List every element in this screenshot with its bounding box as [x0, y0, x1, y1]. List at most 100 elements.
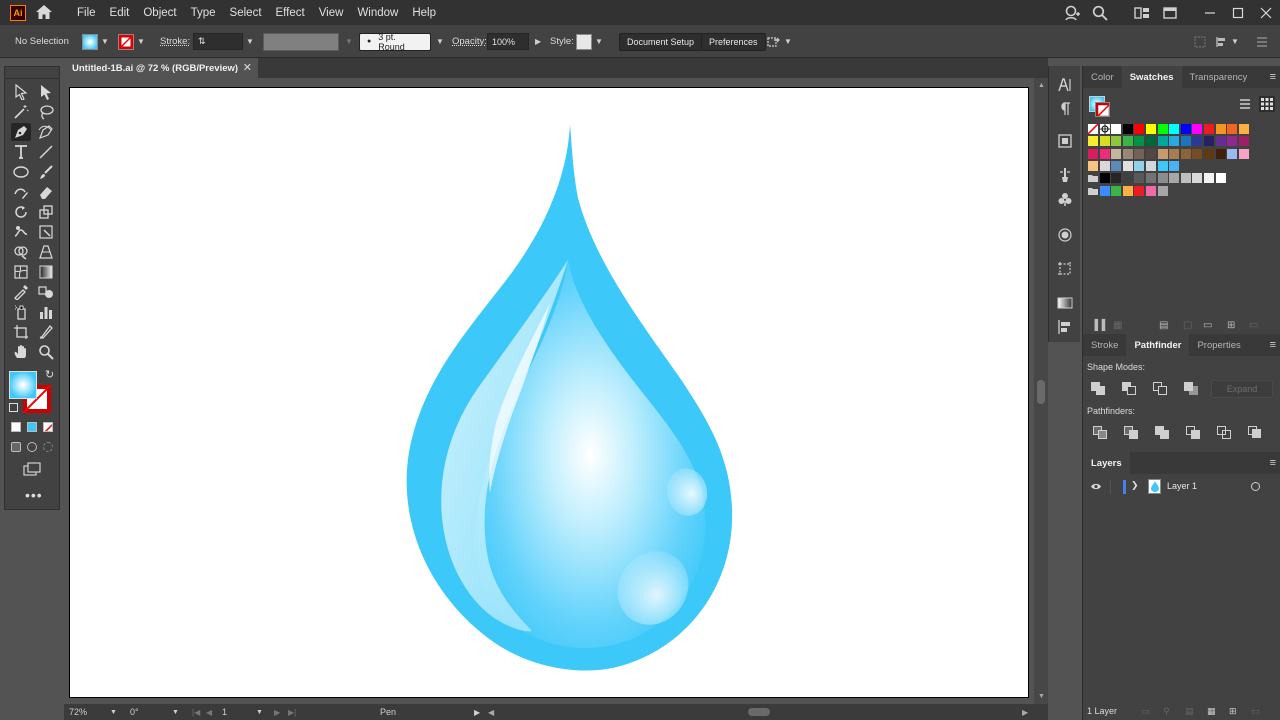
- stroke-swatch[interactable]: [118, 33, 134, 50]
- swatch-chip[interactable]: [1099, 173, 1110, 184]
- brush-field[interactable]: ● 3 pt. Round: [359, 32, 431, 52]
- swatch-chip[interactable]: [1099, 136, 1110, 147]
- free-transform-tool-icon[interactable]: [36, 223, 56, 241]
- chevron-down-icon[interactable]: ▼: [784, 37, 792, 46]
- new-layer-icon[interactable]: ⊞: [1229, 706, 1237, 717]
- graphic-style-control[interactable]: ▼: [576, 25, 603, 58]
- list-view-icon[interactable]: [1239, 98, 1251, 113]
- swatch-chip[interactable]: [1157, 136, 1168, 147]
- swatch-chip[interactable]: [1111, 148, 1122, 159]
- swatch-chip[interactable]: [1192, 173, 1203, 184]
- exclude-icon[interactable]: [1184, 382, 1198, 395]
- swatch-chip[interactable]: [1111, 160, 1122, 171]
- rotate-tool-icon[interactable]: [11, 203, 31, 221]
- scroll-down-icon[interactable]: ▼: [1038, 693, 1045, 700]
- swatch-chip[interactable]: [1215, 136, 1226, 147]
- swatch-chip[interactable]: [1238, 136, 1249, 147]
- gradient-mode-icon[interactable]: [27, 422, 37, 432]
- draw-behind-icon[interactable]: [27, 442, 37, 452]
- scrollbar-thumb[interactable]: [1037, 380, 1045, 404]
- style-swatch[interactable]: [576, 33, 592, 50]
- color-group-folder-icon[interactable]: [1088, 173, 1098, 183]
- swatch-chip[interactable]: [1134, 173, 1145, 184]
- eraser-tool-icon[interactable]: [36, 183, 56, 201]
- color-mode-icon[interactable]: [11, 422, 21, 432]
- swatch-chip[interactable]: [1122, 173, 1133, 184]
- line-tool-icon[interactable]: [36, 143, 56, 161]
- panel-menu-icon[interactable]: ≡: [1270, 339, 1276, 351]
- swatch-chip[interactable]: [1215, 173, 1226, 184]
- draw-normal-icon[interactable]: [11, 442, 21, 452]
- opacity-label[interactable]: Opacity:: [452, 25, 487, 58]
- swatch-chip[interactable]: [1192, 148, 1203, 159]
- swatch-chip[interactable]: [1227, 136, 1238, 147]
- arrange-documents-icon[interactable]: [1156, 0, 1184, 25]
- minus-front-icon[interactable]: [1122, 382, 1136, 395]
- none-swatch[interactable]: [1087, 123, 1099, 135]
- swatch-chip[interactable]: [1215, 148, 1226, 159]
- slice-tool-icon[interactable]: [36, 323, 56, 341]
- transform-panel-icon[interactable]: [1055, 260, 1075, 278]
- swatch-chip[interactable]: [1180, 124, 1191, 134]
- none-mode-icon[interactable]: [43, 422, 53, 432]
- brush-definition[interactable]: ● 3 pt. Round ▼: [359, 25, 444, 58]
- scroll-right-icon[interactable]: ▶: [1022, 704, 1028, 720]
- preferences-button[interactable]: Preferences: [701, 32, 766, 51]
- show-kinds-icon[interactable]: ▦: [1113, 320, 1122, 331]
- layer-name[interactable]: Layer 1: [1167, 481, 1197, 491]
- chevron-down-icon[interactable]: ▼: [137, 37, 145, 46]
- swatch-chip[interactable]: [1111, 124, 1122, 134]
- grid-view-icon[interactable]: [1259, 96, 1275, 112]
- trim-icon[interactable]: [1124, 426, 1138, 439]
- scale-tool-icon[interactable]: [36, 203, 56, 221]
- arrange-icon[interactable]: ▼: [767, 25, 792, 58]
- menu-select[interactable]: Select: [223, 7, 269, 19]
- home-icon[interactable]: [35, 4, 53, 20]
- menu-edit[interactable]: Edit: [103, 7, 137, 19]
- minus-back-icon[interactable]: [1248, 426, 1262, 439]
- tab-color[interactable]: Color: [1083, 66, 1122, 88]
- swatch-chip[interactable]: [1134, 148, 1145, 159]
- draw-inside-icon[interactable]: [43, 442, 53, 452]
- new-sublayer-icon[interactable]: ▦: [1207, 706, 1216, 717]
- stroke-label[interactable]: Stroke:: [160, 25, 190, 58]
- chevron-down-icon[interactable]: ▼: [110, 704, 117, 720]
- swatch-chip[interactable]: [1122, 124, 1133, 134]
- swatch-chip[interactable]: [1238, 148, 1249, 159]
- export-icon[interactable]: ▭: [1141, 706, 1150, 717]
- swatch-chip[interactable]: [1099, 148, 1110, 159]
- minimize-icon[interactable]: [1196, 0, 1224, 25]
- opacity-field[interactable]: 100% ▶: [487, 25, 541, 58]
- menu-object[interactable]: Object: [136, 7, 183, 19]
- canvas-area[interactable]: [64, 78, 1034, 704]
- document-tab[interactable]: Untitled-1B.ai @ 72 % (RGB/Preview) ✕: [64, 58, 258, 78]
- control-menu-icon[interactable]: [1256, 25, 1268, 58]
- swatch-chip[interactable]: [1134, 160, 1145, 171]
- swatch-chip[interactable]: [1122, 160, 1133, 171]
- fill-color-box[interactable]: [9, 371, 37, 399]
- swatch-chip[interactable]: [1204, 173, 1214, 184]
- swatch-chip[interactable]: [1146, 148, 1156, 159]
- horizontal-scrollbar-thumb[interactable]: [748, 708, 770, 716]
- chevron-down-icon[interactable]: ▼: [246, 37, 254, 46]
- swatch-stroke-indicator[interactable]: [1095, 102, 1110, 117]
- tab-swatches[interactable]: Swatches: [1121, 66, 1182, 88]
- swatch-chip[interactable]: [1227, 148, 1238, 159]
- more-tools-icon[interactable]: •••: [25, 487, 43, 503]
- swatch-chip[interactable]: [1146, 124, 1156, 134]
- delete-swatch-icon[interactable]: ▭: [1249, 320, 1258, 331]
- character-panel-icon[interactable]: [1055, 76, 1075, 94]
- intersect-icon[interactable]: [1153, 382, 1167, 395]
- tab-transparency[interactable]: Transparency: [1182, 66, 1256, 88]
- zoom-field[interactable]: 72%: [69, 704, 87, 720]
- swatch-chip[interactable]: [1099, 185, 1110, 196]
- document-setup-button[interactable]: Document Setup: [619, 32, 703, 51]
- artboard-tool-icon[interactable]: [11, 323, 31, 341]
- tab-properties[interactable]: Properties: [1189, 334, 1248, 356]
- column-graph-tool-icon[interactable]: [36, 303, 56, 321]
- water-drop-artwork[interactable]: [70, 88, 1030, 699]
- user-icon[interactable]: [1058, 0, 1086, 25]
- appearance-panel-icon[interactable]: [1055, 226, 1075, 244]
- swatch-chip[interactable]: [1157, 124, 1168, 134]
- unite-icon[interactable]: [1091, 382, 1105, 395]
